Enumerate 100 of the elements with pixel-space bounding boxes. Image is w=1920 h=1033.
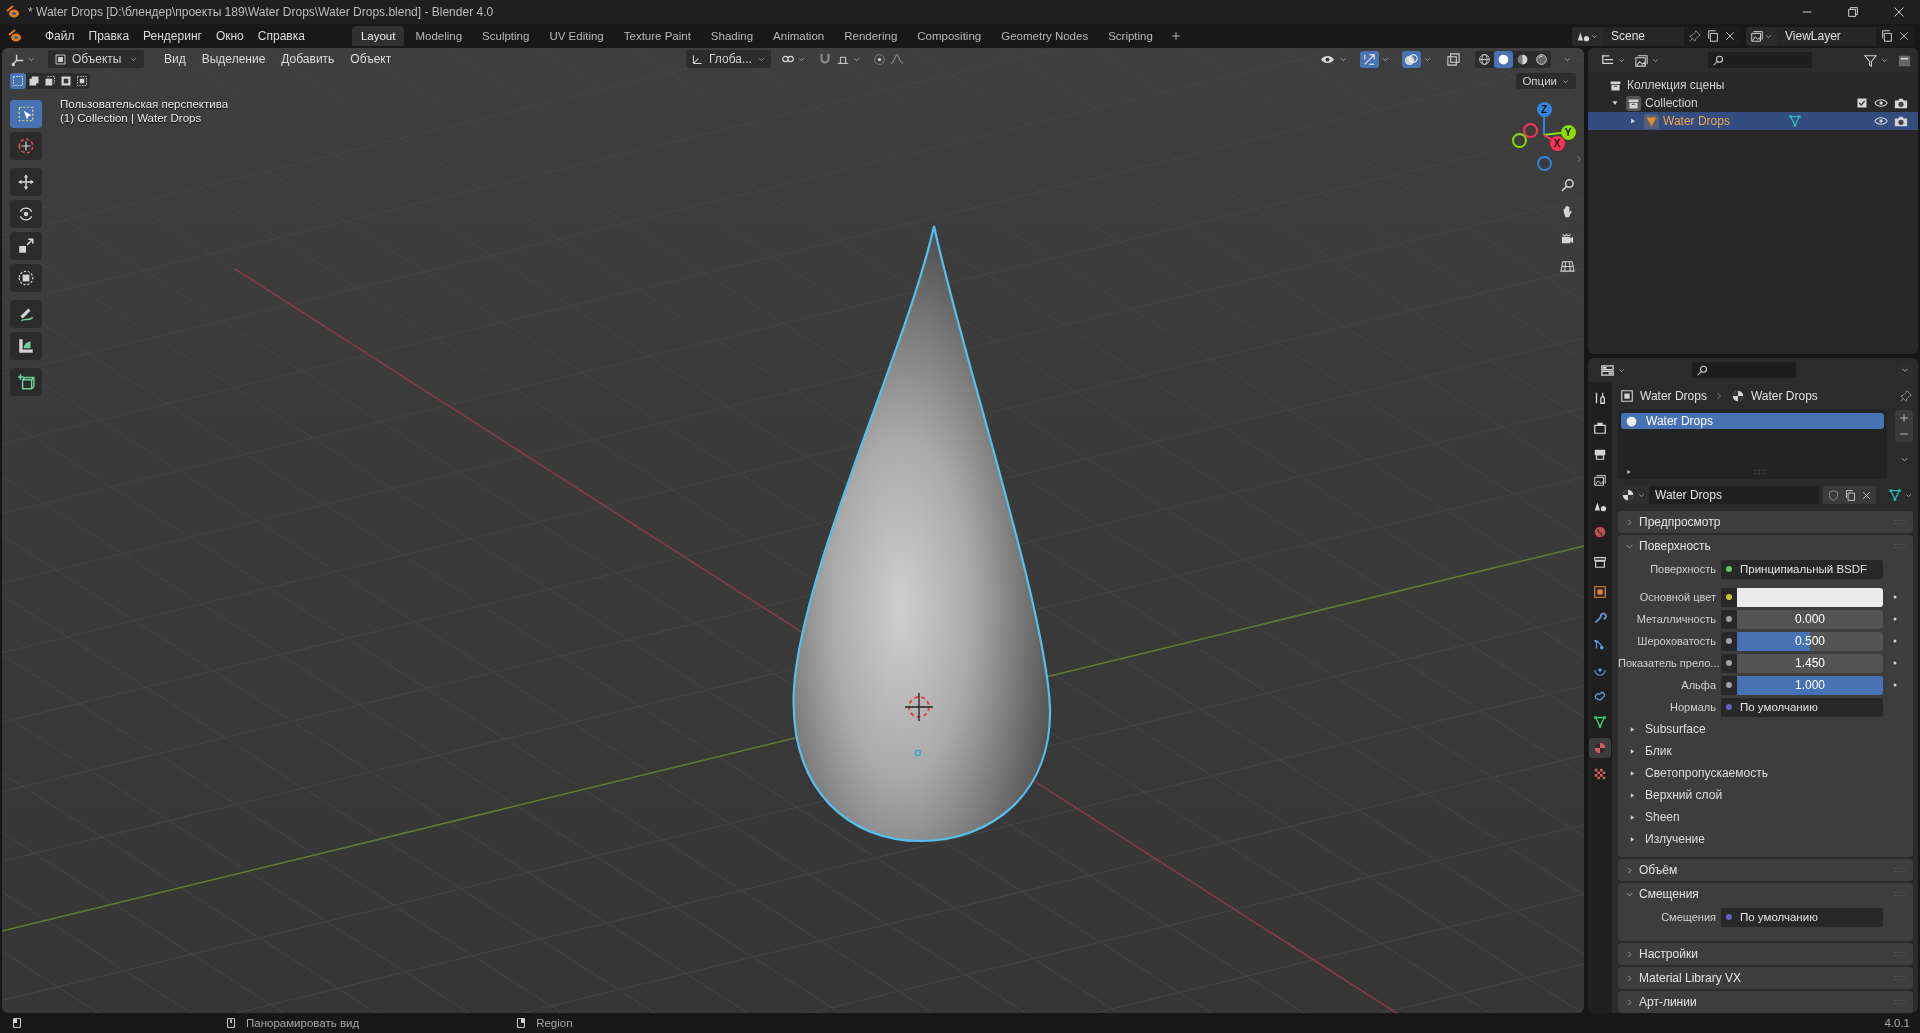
slider-field[interactable]: 0.500	[1737, 631, 1883, 651]
menu-item[interactable]: Рендеринг	[136, 29, 209, 43]
workspace-tab[interactable]: Animation	[764, 26, 834, 46]
image-stack-icon[interactable]	[1634, 52, 1649, 68]
menu-item[interactable]: Файл	[38, 29, 82, 43]
copy-icon[interactable]	[1844, 488, 1857, 502]
tool-button[interactable]	[10, 200, 42, 228]
grid-icon[interactable]	[1560, 258, 1575, 273]
color-swatch[interactable]	[1737, 587, 1883, 607]
eye-icon[interactable]	[1874, 114, 1888, 128]
material-icon[interactable]	[1621, 488, 1635, 502]
socket-dot[interactable]	[1726, 638, 1732, 644]
material-name-field[interactable]: Water Drops	[1649, 486, 1819, 504]
outliner-row[interactable]: Collection	[1588, 94, 1918, 112]
copy-icon[interactable]	[1706, 29, 1720, 43]
menu-item[interactable]: Справка	[250, 29, 312, 43]
select-intersect-icon[interactable]	[76, 75, 88, 87]
menu-item[interactable]: Выделение	[195, 52, 272, 66]
falloff-curve-icon[interactable]	[889, 52, 904, 66]
menu-item[interactable]: Вид	[158, 52, 192, 66]
outliner-row[interactable]: Water Drops	[1588, 112, 1918, 130]
number-field[interactable]: 1.450	[1737, 653, 1883, 673]
workspace-tab[interactable]: Texture Paint	[614, 26, 700, 46]
copy-icon[interactable]	[1880, 29, 1894, 43]
water-drop-model[interactable]	[792, 224, 1052, 843]
socket-dot[interactable]	[1726, 914, 1732, 920]
subpanel-header[interactable]: Блик	[1645, 744, 1672, 758]
particles-icon[interactable]	[1593, 637, 1607, 651]
tool-button[interactable]	[10, 264, 42, 292]
globe-icon[interactable]	[1593, 525, 1607, 539]
blender-logo-icon[interactable]	[8, 28, 24, 44]
workspace-tab[interactable]: Sculpting	[473, 26, 539, 46]
chain-link-icon[interactable]	[1593, 689, 1607, 703]
checker-icon[interactable]	[1593, 767, 1607, 781]
outliner-label[interactable]: Water Drops	[1663, 114, 1730, 128]
material-slot[interactable]: Water Drops	[1621, 413, 1884, 429]
panel-header[interactable]: Material Library VX	[1639, 971, 1742, 985]
menu-item[interactable]: Правка	[81, 29, 137, 43]
axis-handle-icon[interactable]	[1511, 132, 1527, 148]
axis-handle-icon[interactable]	[1536, 155, 1552, 171]
zoom-icon[interactable]	[1560, 177, 1575, 192]
filter-icon[interactable]	[1863, 52, 1878, 68]
camera-icon[interactable]	[1894, 96, 1908, 110]
search-field[interactable]	[1692, 362, 1796, 378]
mesh-triangle-icon[interactable]	[1888, 488, 1902, 502]
plus-icon[interactable]	[1169, 30, 1182, 42]
slider-field[interactable]: 1.000	[1737, 675, 1883, 695]
outliner-row[interactable]: Коллекция сцены	[1588, 76, 1918, 94]
image-stack-icon[interactable]	[1593, 473, 1607, 487]
workspace-tab[interactable]: UV Editing	[540, 26, 613, 46]
subpanel-header[interactable]: Верхний слой	[1645, 788, 1723, 802]
workspace-tab[interactable]: Shading	[701, 26, 763, 46]
checkbox-icon[interactable]	[1856, 97, 1868, 109]
material-tab-icon[interactable]	[1593, 741, 1607, 755]
panel-header[interactable]: Поверхность	[1639, 539, 1711, 553]
tool-button[interactable]	[10, 232, 42, 260]
workspace-tab[interactable]: Modeling	[406, 26, 472, 46]
view-layer-field[interactable]: ViewLayer	[1777, 26, 1876, 46]
proportional-icon[interactable]	[872, 52, 886, 66]
workspace-tab[interactable]: Layout	[351, 26, 405, 46]
socket-dot[interactable]	[1726, 566, 1732, 572]
scene-field[interactable]: Scene	[1603, 26, 1684, 46]
subpanel-header[interactable]: Светопропускаемость	[1645, 766, 1768, 780]
select-subtract-icon[interactable]	[44, 75, 56, 87]
camera-back-icon[interactable]	[1593, 421, 1607, 435]
socket-dot[interactable]	[1726, 594, 1732, 600]
select-invert-icon[interactable]	[60, 75, 72, 87]
subpanel-header[interactable]: Subsurface	[1645, 722, 1706, 736]
menu-item[interactable]: Объект	[344, 52, 398, 66]
panel-header[interactable]: Предпросмотр	[1639, 515, 1721, 529]
search-field[interactable]	[1708, 52, 1812, 68]
panel-header[interactable]: Арт-линии	[1639, 995, 1697, 1009]
tool-button[interactable]	[10, 300, 42, 328]
close-icon[interactable]	[1898, 30, 1910, 42]
magnet-icon[interactable]	[817, 52, 832, 66]
select-new-icon[interactable]	[12, 75, 24, 87]
workspace-tab[interactable]: Compositing	[908, 26, 991, 46]
gizmo-arrows-icon[interactable]	[1362, 51, 1377, 67]
tool-button[interactable]	[10, 368, 42, 396]
eye-icon[interactable]	[1874, 96, 1888, 110]
close-icon[interactable]	[1861, 489, 1872, 501]
camera-icon[interactable]	[1894, 114, 1908, 128]
pin-icon[interactable]	[1688, 29, 1702, 43]
wrench-icon[interactable]	[1593, 611, 1607, 625]
socket-dot[interactable]	[1726, 704, 1732, 710]
xray-icon[interactable]	[1446, 51, 1461, 67]
tool-button[interactable]	[10, 168, 42, 196]
select-extend-icon[interactable]	[28, 75, 40, 87]
close-icon[interactable]	[1892, 5, 1906, 19]
camera-view-icon[interactable]	[1560, 231, 1575, 246]
slider-field[interactable]: 0.000	[1737, 609, 1883, 629]
archive-box-icon[interactable]	[1593, 555, 1607, 569]
tools-icon[interactable]	[1593, 391, 1607, 405]
expand-arrow-icon[interactable]	[1625, 468, 1633, 476]
panel-header[interactable]: Объём	[1639, 863, 1678, 877]
outliner-label[interactable]: Collection	[1645, 96, 1698, 110]
pin-icon[interactable]	[1899, 389, 1913, 403]
restore-icon[interactable]	[1846, 5, 1860, 19]
options-dropdown[interactable]: Опции	[1516, 73, 1576, 89]
menu-item[interactable]: Окно	[208, 29, 251, 43]
